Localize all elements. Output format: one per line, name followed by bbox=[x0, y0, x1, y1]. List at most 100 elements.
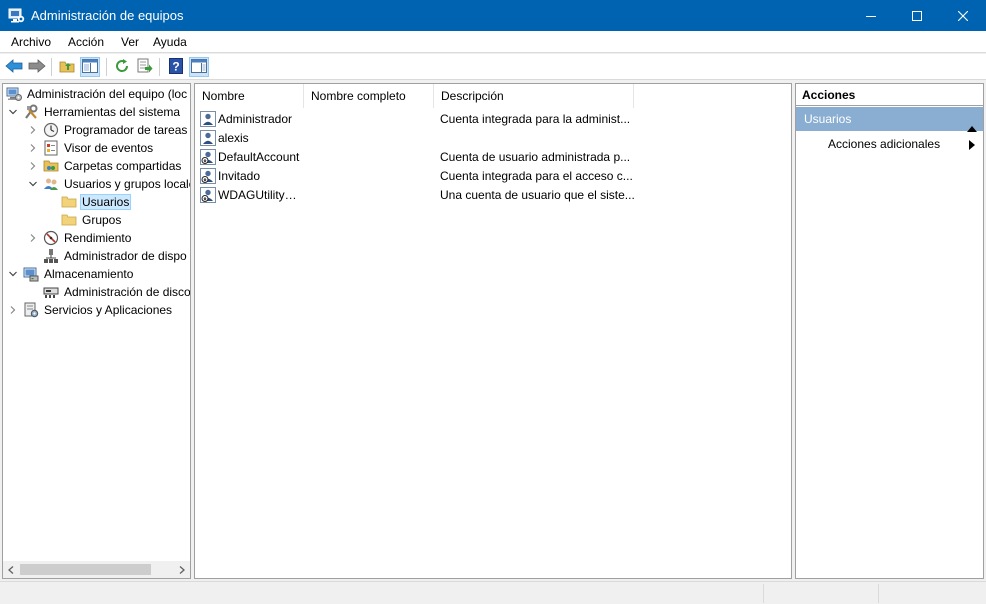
tree-label: Visor de eventos bbox=[64, 141, 154, 155]
tree-item-local-users-groups[interactable]: Usuarios y grupos locale bbox=[28, 175, 191, 193]
tree-label: Servicios y Aplicaciones bbox=[44, 303, 173, 317]
table-row[interactable]: Administrador Cuenta integrada para la a… bbox=[195, 110, 791, 129]
toolbar: ? bbox=[0, 54, 986, 80]
help-button[interactable]: ? bbox=[166, 57, 186, 77]
up-folder-icon bbox=[59, 59, 75, 76]
table-row[interactable]: WDAGUtilityA... Una cuenta de usuario qu… bbox=[195, 186, 791, 205]
column-header-name[interactable]: Nombre bbox=[195, 84, 304, 108]
chevron-down-icon[interactable] bbox=[8, 269, 18, 279]
tree-label: Programador de tareas bbox=[64, 123, 188, 137]
refresh-icon bbox=[114, 58, 130, 77]
tree-item-system-tools[interactable]: Herramientas del sistema bbox=[8, 103, 182, 121]
forward-button[interactable] bbox=[27, 57, 47, 77]
toolbar-separator bbox=[51, 58, 52, 76]
column-header-full-name[interactable]: Nombre completo bbox=[304, 84, 434, 108]
scroll-right-arrow-icon[interactable] bbox=[177, 564, 187, 575]
tree-label: Rendimiento bbox=[64, 231, 132, 245]
refresh-button[interactable] bbox=[112, 57, 132, 77]
column-header-description[interactable]: Descripción bbox=[434, 84, 634, 108]
up-level-button[interactable] bbox=[57, 57, 77, 77]
tree-label: Usuarios bbox=[80, 194, 132, 210]
tree-item-event-viewer[interactable]: Visor de eventos bbox=[28, 139, 155, 157]
chevron-down-icon[interactable] bbox=[28, 179, 38, 189]
menu-archivo[interactable]: Archivo bbox=[11, 35, 51, 49]
show-action-pane-icon bbox=[191, 58, 207, 76]
tree-item-device-manager[interactable]: Administrador de dispo bbox=[43, 247, 189, 265]
cell-name: DefaultAccount bbox=[218, 150, 300, 164]
console-tree[interactable]: Administración del equipo (loc Herramien… bbox=[2, 83, 191, 579]
help-icon: ? bbox=[168, 57, 184, 77]
computer-management-icon bbox=[6, 86, 22, 102]
actions-section-users[interactable]: Usuarios bbox=[796, 107, 983, 132]
users-group-icon bbox=[43, 176, 59, 192]
chevron-down-icon[interactable] bbox=[8, 107, 18, 117]
status-bar-divider bbox=[878, 584, 879, 603]
menu-ayuda[interactable]: Ayuda bbox=[153, 35, 187, 49]
tree-label: Administración de disco bbox=[64, 285, 191, 299]
tree-label: Almacenamiento bbox=[44, 267, 134, 281]
chevron-right-icon[interactable] bbox=[28, 125, 38, 135]
actions-section-label: Usuarios bbox=[804, 112, 852, 126]
menu-accion[interactable]: Acción bbox=[68, 35, 104, 49]
cell-name: Administrador bbox=[218, 112, 293, 126]
tree-item-performance[interactable]: Rendimiento bbox=[28, 229, 133, 247]
event-viewer-icon bbox=[43, 140, 59, 156]
disabled-user-icon bbox=[200, 168, 216, 184]
tree-label: Usuarios y grupos locale bbox=[64, 177, 191, 191]
back-arrow-icon bbox=[5, 58, 23, 76]
scrollbar-thumb[interactable] bbox=[20, 564, 151, 575]
window-title: Administración de equipos bbox=[31, 8, 184, 23]
tree-item-task-scheduler[interactable]: Programador de tareas bbox=[28, 121, 189, 139]
title-bar: Administración de equipos bbox=[0, 0, 986, 31]
shared-folder-icon bbox=[43, 158, 59, 174]
chevron-right-icon[interactable] bbox=[28, 161, 38, 171]
table-row[interactable]: Invitado Cuenta integrada para el acceso… bbox=[195, 167, 791, 186]
close-button[interactable] bbox=[940, 0, 986, 31]
toolbar-separator bbox=[159, 58, 160, 76]
cell-name: Invitado bbox=[218, 169, 261, 183]
chevron-right-icon[interactable] bbox=[8, 305, 18, 315]
tree-item-shared-folders[interactable]: Carpetas compartidas bbox=[28, 157, 183, 175]
scroll-left-arrow-icon[interactable] bbox=[6, 564, 16, 575]
minimize-button[interactable] bbox=[848, 0, 894, 31]
tree-item-disk-management[interactable]: Administración de disco bbox=[43, 283, 191, 301]
tree-label: Grupos bbox=[82, 213, 122, 227]
user-icon bbox=[200, 111, 216, 127]
tree-item-users[interactable]: Usuarios bbox=[61, 193, 132, 211]
show-hide-action-pane-button[interactable] bbox=[189, 57, 209, 77]
tree-label: Carpetas compartidas bbox=[64, 159, 182, 173]
performance-gauge-icon bbox=[43, 230, 59, 246]
tree-item-services-applications[interactable]: Servicios y Aplicaciones bbox=[8, 301, 174, 319]
computer-management-icon bbox=[8, 7, 25, 24]
chevron-right-icon[interactable] bbox=[28, 233, 38, 243]
show-tree-icon bbox=[82, 58, 98, 76]
collapse-triangle-icon[interactable] bbox=[967, 116, 977, 140]
actions-header: Acciones bbox=[796, 84, 983, 106]
menu-ver[interactable]: Ver bbox=[121, 35, 139, 49]
tree-item-storage[interactable]: Almacenamiento bbox=[8, 265, 135, 283]
tree-horizontal-scrollbar[interactable] bbox=[3, 561, 190, 578]
clock-icon bbox=[43, 122, 59, 138]
actions-pane: Acciones Usuarios Acciones adicionales bbox=[795, 83, 984, 579]
back-button[interactable] bbox=[4, 57, 24, 77]
show-hide-tree-button[interactable] bbox=[80, 57, 100, 77]
table-row[interactable]: alexis bbox=[195, 129, 791, 148]
table-row[interactable]: DefaultAccount Cuenta de usuario adminis… bbox=[195, 148, 791, 167]
disabled-user-icon bbox=[200, 187, 216, 203]
results-list[interactable]: Nombre Nombre completo Descripción Admin… bbox=[194, 83, 792, 579]
export-list-button[interactable] bbox=[135, 57, 155, 77]
maximize-button[interactable] bbox=[894, 0, 940, 31]
status-bar-divider bbox=[763, 584, 764, 603]
svg-text:?: ? bbox=[172, 59, 179, 73]
storage-icon bbox=[23, 266, 39, 282]
folder-icon bbox=[61, 212, 77, 228]
menu-bar: Archivo Acción Ver Ayuda bbox=[0, 31, 986, 53]
more-actions-link[interactable]: Acciones adicionales bbox=[828, 137, 940, 151]
cell-description: Cuenta integrada para el acceso c... bbox=[440, 169, 633, 183]
tree-item-groups[interactable]: Grupos bbox=[61, 211, 123, 229]
cell-description: Cuenta de usuario administrada p... bbox=[440, 150, 631, 164]
cell-description: Cuenta integrada para la administ... bbox=[440, 112, 631, 126]
submenu-arrow-icon[interactable] bbox=[969, 139, 975, 153]
chevron-right-icon[interactable] bbox=[28, 143, 38, 153]
tree-item-root[interactable]: Administración del equipo (loc bbox=[6, 85, 189, 103]
